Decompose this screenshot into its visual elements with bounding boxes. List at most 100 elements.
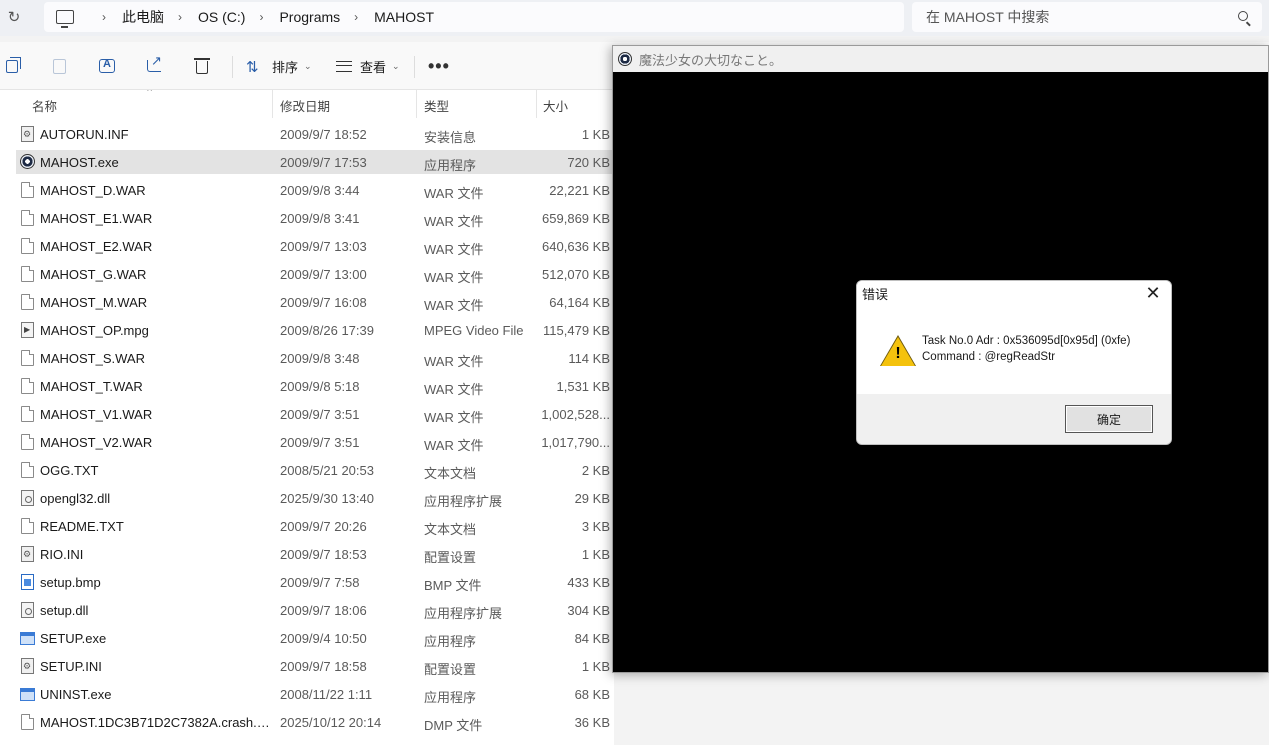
more-options-button[interactable]: ••• <box>428 54 450 78</box>
sort-button[interactable]: ⇅ 排序 ⌄ <box>246 54 312 78</box>
file-size: 68 KB <box>574 687 610 702</box>
file-type: WAR 文件 <box>424 242 484 257</box>
file-name: MAHOST_OP.mpg <box>40 323 149 338</box>
column-divider[interactable] <box>416 90 417 118</box>
close-icon[interactable]: ✕ <box>1143 283 1163 304</box>
file-row[interactable]: MAHOST_E2.WAR 2009/9/7 13:03 WAR 文件 640,636… <box>16 234 614 258</box>
file-name: OGG.TXT <box>40 463 99 478</box>
file-type: 文本文档 <box>424 522 477 537</box>
column-header-date[interactable]: 修改日期 <box>280 96 330 115</box>
file-name: MAHOST_G.WAR <box>40 267 147 282</box>
file-row[interactable]: SETUP.exe 2009/9/4 10:50 应用程序 84 KB <box>16 626 614 650</box>
file-size: 1 KB <box>581 547 610 562</box>
file-type: 应用程序扩展 <box>424 494 503 509</box>
file-type: WAR 文件 <box>424 270 484 285</box>
file-name: MAHOST_V1.WAR <box>40 407 153 422</box>
dialog-body: ! Task No.0 Adr : 0x536095d[0x95d] (0xfe… <box>857 306 1171 394</box>
file-row[interactable]: MAHOST.exe 2009/9/7 17:53 应用程序 720 KB <box>16 150 614 174</box>
copy-button[interactable] <box>6 54 21 78</box>
file-type: 安装信息 <box>424 130 477 145</box>
file-type: WAR 文件 <box>424 438 484 453</box>
file-date: 2009/9/7 16:08 <box>280 295 367 310</box>
file-row[interactable]: OGG.TXT 2008/5/21 20:53 文本文档 2 KB <box>16 458 614 482</box>
copy-icon <box>6 56 21 73</box>
address-bar[interactable]: › 此电脑 › OS (C:) › Programs › MAHOST <box>44 2 904 32</box>
chevron-right-icon[interactable]: › <box>102 10 106 24</box>
address-bar-row: ↻ › 此电脑 › OS (C:) › Programs › MAHOST 在 … <box>0 0 1269 36</box>
chevron-right-icon[interactable]: › <box>354 10 358 24</box>
file-name: MAHOST_S.WAR <box>40 351 145 366</box>
computer-icon[interactable] <box>56 10 74 28</box>
delete-button[interactable] <box>194 54 210 78</box>
file-size: 114 KB <box>568 351 610 366</box>
file-date: 2009/9/7 18:06 <box>280 603 367 618</box>
exe-file-icon <box>20 632 35 645</box>
file-row[interactable]: MAHOST.1DC3B71D2C7382A.crash.dmp 2025/10/… <box>16 710 614 734</box>
game-window-title: 魔法少女の大切なこと。 <box>639 52 783 68</box>
file-size: 640,636 KB <box>542 239 610 254</box>
breadcrumb-drive[interactable]: OS (C:) <box>198 9 245 25</box>
file-row[interactable]: UNINST.exe 2008/11/22 1:11 应用程序 68 KB <box>16 682 614 706</box>
config-file-icon <box>21 126 34 142</box>
file-name: MAHOST_M.WAR <box>40 295 148 310</box>
file-name: README.TXT <box>40 519 124 534</box>
chevron-right-icon[interactable]: › <box>259 10 263 24</box>
file-type: DMP 文件 <box>424 718 483 733</box>
file-row[interactable]: MAHOST_OP.mpg 2009/8/26 17:39 MPEG Video F… <box>16 318 614 342</box>
chevron-right-icon[interactable]: › <box>178 10 182 24</box>
file-row[interactable]: setup.bmp 2009/9/7 7:58 BMP 文件 433 KB <box>16 570 614 594</box>
toolbar-divider <box>414 56 415 78</box>
file-size: 1,531 KB <box>556 379 611 394</box>
file-date: 2009/9/8 3:41 <box>280 211 360 226</box>
file-type: 文本文档 <box>424 466 477 481</box>
column-divider[interactable] <box>272 90 273 118</box>
paste-button[interactable] <box>53 54 66 78</box>
file-row[interactable]: MAHOST_G.WAR 2009/9/7 13:00 WAR 文件 512,070 … <box>16 262 614 286</box>
rename-icon <box>99 58 115 73</box>
refresh-icon[interactable]: ↻ <box>4 6 24 28</box>
game-window-titlebar[interactable]: 魔法少女の大切なこと。 <box>613 46 1268 72</box>
file-type: BMP 文件 <box>424 578 482 593</box>
breadcrumb-this-pc[interactable]: 此电脑 <box>122 7 164 27</box>
file-row[interactable]: README.TXT 2009/9/7 20:26 文本文档 3 KB <box>16 514 614 538</box>
file-row[interactable]: MAHOST_E1.WAR 2009/9/8 3:41 WAR 文件 659,869 … <box>16 206 614 230</box>
file-row[interactable]: SETUP.INI 2009/9/7 18:58 配置设置 1 KB <box>16 654 614 678</box>
rename-button[interactable] <box>99 54 115 78</box>
file-row[interactable]: setup.dll 2009/9/7 18:06 应用程序扩展 304 KB <box>16 598 614 622</box>
breadcrumb-mahost[interactable]: MAHOST <box>374 9 434 25</box>
column-header-type[interactable]: 类型 <box>424 96 449 115</box>
file-row[interactable]: MAHOST_V2.WAR 2009/9/7 3:51 WAR 文件 1,017,79… <box>16 430 614 454</box>
file-row[interactable]: MAHOST_M.WAR 2009/9/7 16:08 WAR 文件 64,164 K… <box>16 290 614 314</box>
breadcrumb-programs[interactable]: Programs <box>279 9 340 25</box>
file-row[interactable]: opengl32.dll 2025/9/30 13:40 应用程序扩展 29 KB <box>16 486 614 510</box>
column-divider[interactable] <box>536 90 537 118</box>
file-row[interactable]: RIO.INI 2009/9/7 18:53 配置设置 1 KB <box>16 542 614 566</box>
file-type: 应用程序 <box>424 634 477 649</box>
column-header-name[interactable]: 名称 <box>32 96 57 115</box>
file-date: 2009/8/26 17:39 <box>280 323 374 338</box>
file-row[interactable]: AUTORUN.INF 2009/9/7 18:52 安装信息 1 KB <box>16 122 614 146</box>
list-header: ⌃ 名称 修改日期 类型 大小 <box>0 90 614 118</box>
file-row[interactable]: MAHOST_T.WAR 2009/9/8 5:18 WAR 文件 1,531 KB <box>16 374 614 398</box>
file-type: 应用程序 <box>424 158 477 173</box>
dll-file-icon <box>21 602 34 618</box>
share-button[interactable] <box>147 53 162 78</box>
file-icon <box>21 350 34 366</box>
search-input[interactable]: 在 MAHOST 中搜索 <box>912 2 1262 32</box>
file-row[interactable]: MAHOST_V1.WAR 2009/9/7 3:51 WAR 文件 1,002,52… <box>16 402 614 426</box>
file-row[interactable]: MAHOST_D.WAR 2009/9/8 3:44 WAR 文件 22,221 KB <box>16 178 614 202</box>
ok-button[interactable]: 确定 <box>1065 405 1153 433</box>
search-icon[interactable] <box>1238 11 1248 21</box>
chevron-down-icon: ⌄ <box>304 60 312 71</box>
file-row[interactable]: MAHOST_S.WAR 2009/9/8 3:48 WAR 文件 114 KB <box>16 346 614 370</box>
dialog-titlebar[interactable]: 错误 ✕ <box>857 281 1171 306</box>
file-date: 2009/9/7 18:52 <box>280 127 367 142</box>
view-button[interactable]: 查看 ⌄ <box>336 54 400 78</box>
file-type: MPEG Video File <box>424 323 524 338</box>
column-header-size[interactable]: 大小 <box>543 96 568 115</box>
error-message-line1: Task No.0 Adr : 0x536095d[0x95d] (0xfe) <box>922 335 1131 347</box>
file-size: 1,002,528... <box>541 407 610 422</box>
file-date: 2008/5/21 20:53 <box>280 463 374 478</box>
file-size: 1 KB <box>581 127 610 142</box>
file-size: 36 KB <box>574 715 610 730</box>
